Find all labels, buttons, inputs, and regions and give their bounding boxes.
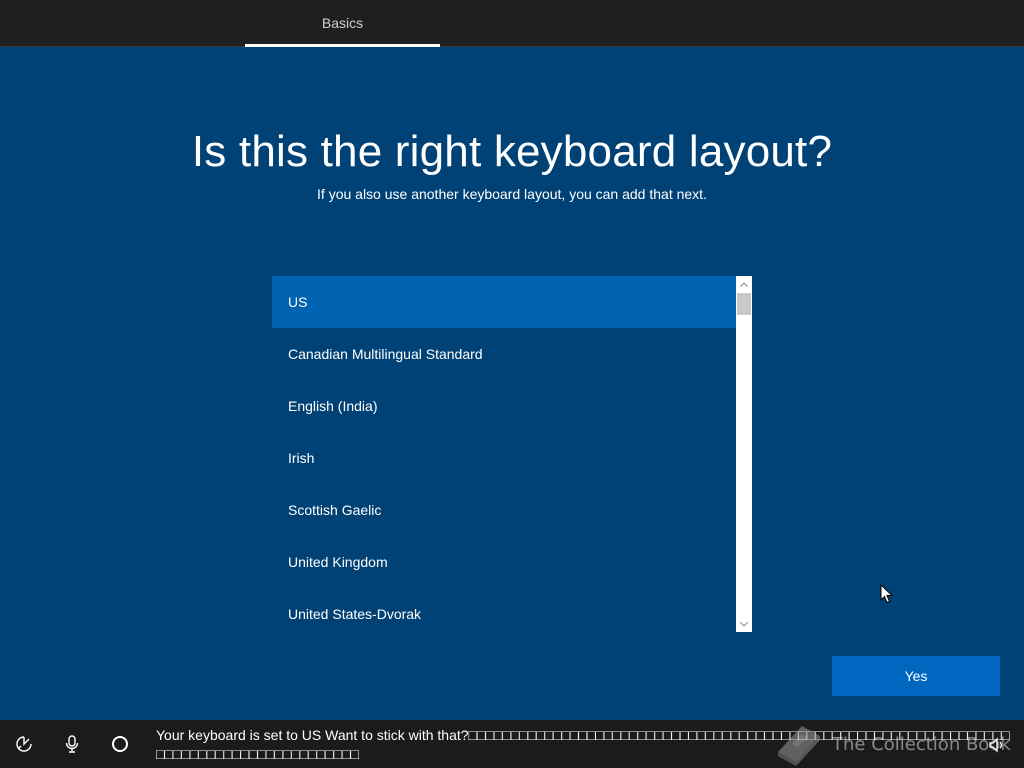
tab-basics[interactable]: Basics <box>245 0 440 46</box>
watermark: The Collection Book <box>772 720 1012 768</box>
book-logo-icon <box>778 726 820 766</box>
list-item-united-kingdom[interactable]: United Kingdom <box>272 536 736 588</box>
volume-icon[interactable] <box>988 736 1006 754</box>
keyboard-layout-items: US Canadian Multilingual Standard Englis… <box>272 276 736 632</box>
list-item-irish[interactable]: Irish <box>272 432 736 484</box>
watermark-text: The Collection Book <box>832 733 1011 755</box>
ease-of-access-icon[interactable] <box>12 732 36 756</box>
page-title: Is this the right keyboard layout? <box>191 127 833 176</box>
top-bar: Basics <box>0 0 1024 47</box>
page-subtitle: If you also use another keyboard layout,… <box>317 186 707 202</box>
scrollbar-thumb[interactable] <box>737 293 751 315</box>
bottom-bar: Your keyboard is set to US Want to stick… <box>0 720 1024 768</box>
yes-button[interactable]: Yes <box>832 656 1000 696</box>
mouse-pointer-icon <box>880 584 894 604</box>
microphone-icon[interactable] <box>60 732 84 756</box>
list-item-scottish-gaelic[interactable]: Scottish Gaelic <box>272 484 736 536</box>
scroll-down-arrow-icon[interactable] <box>736 616 752 632</box>
scroll-up-arrow-icon[interactable] <box>736 276 752 292</box>
list-item-united-states-dvorak[interactable]: United States-Dvorak <box>272 588 736 632</box>
oobe-screen: Basics Is this the right keyboard layout… <box>0 0 1024 768</box>
list-item-canadian-multilingual-standard[interactable]: Canadian Multilingual Standard <box>272 328 736 380</box>
list-item-english-india[interactable]: English (India) <box>272 380 736 432</box>
cortana-icon[interactable] <box>108 732 132 756</box>
list-scrollbar[interactable] <box>736 276 752 632</box>
tab-active-indicator <box>245 44 440 47</box>
list-item-us[interactable]: US <box>272 276 736 328</box>
keyboard-layout-list[interactable]: US Canadian Multilingual Standard Englis… <box>272 276 752 632</box>
